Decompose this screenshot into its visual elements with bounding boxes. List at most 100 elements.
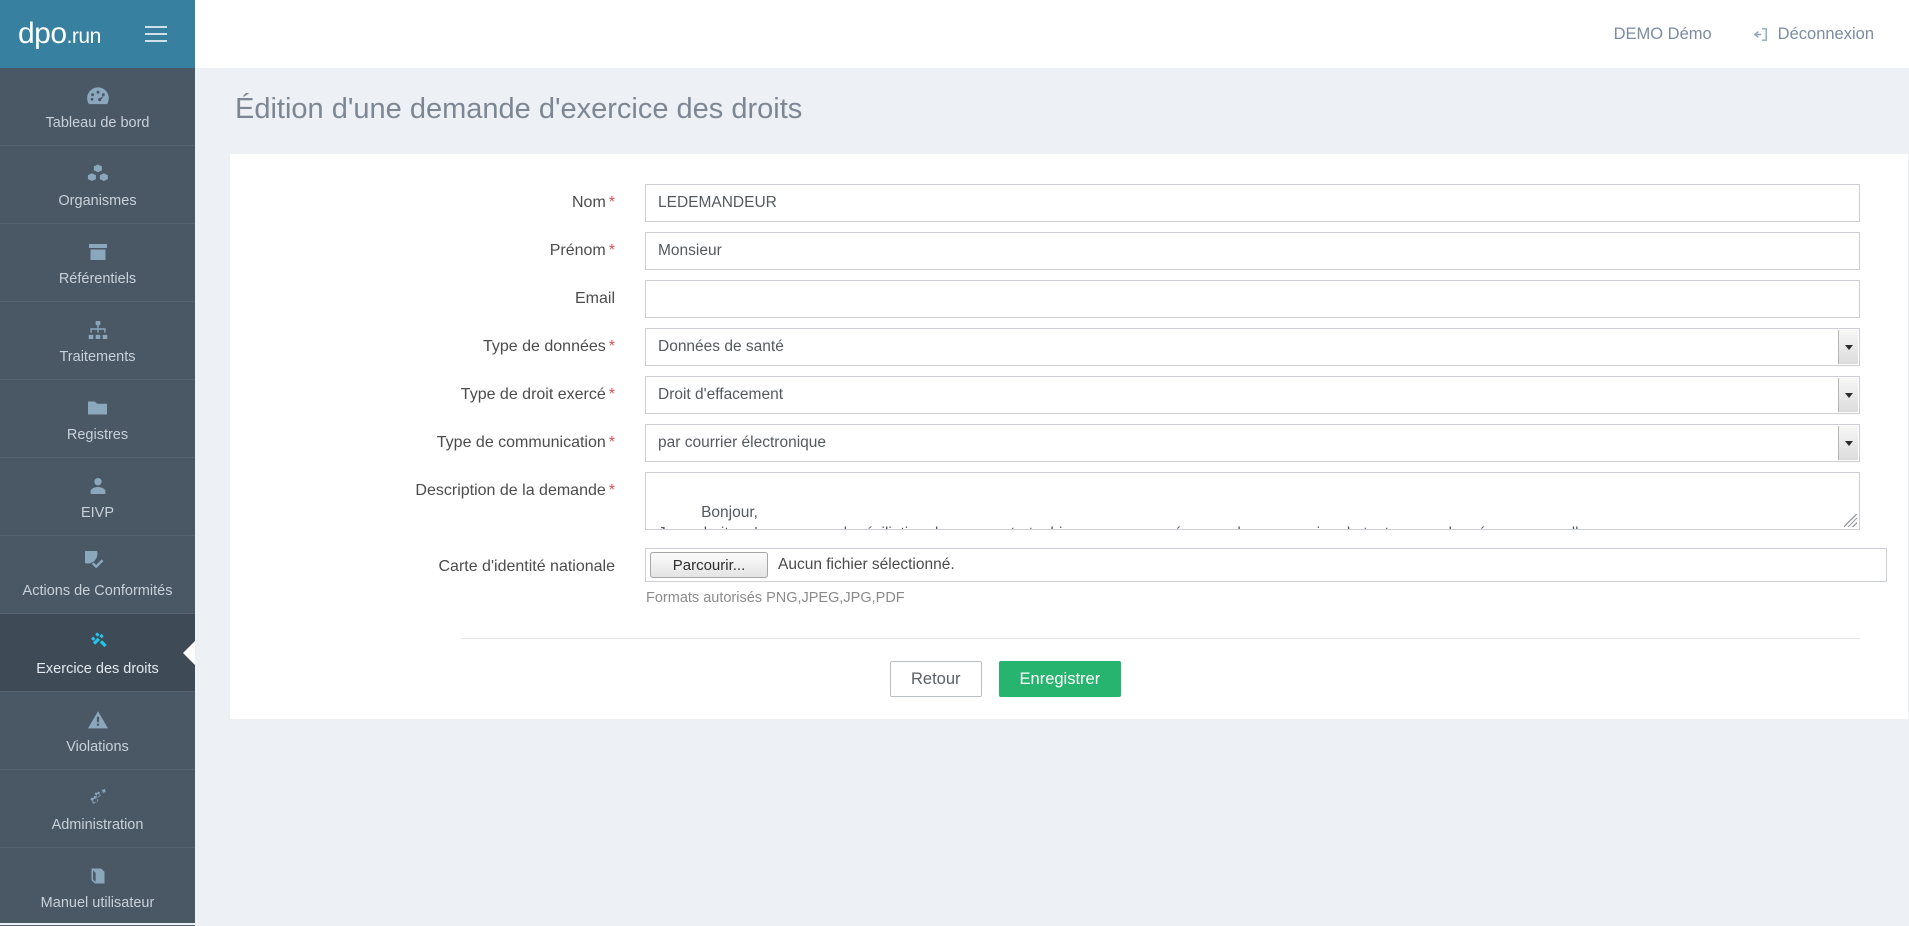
- sidebar-item-exercice-des-droits[interactable]: Exercice des droits: [0, 614, 195, 692]
- control-description: Bonjour, Je souhaite m'assurer que la ré…: [645, 472, 1908, 530]
- field-row-prenom: Prénom *: [230, 232, 1908, 270]
- hamburger-icon[interactable]: [145, 26, 167, 42]
- sidebar-item-label: EIVP: [80, 504, 115, 521]
- label-nom: Nom *: [230, 184, 645, 222]
- field-row-type-droit: Type de droit exercé * Droit d'effacement: [230, 376, 1908, 414]
- control-carte-identite: Parcourir... Aucun fichier sélectionné. …: [645, 548, 1909, 606]
- control-prenom: [645, 232, 1908, 270]
- label-type-droit: Type de droit exercé *: [230, 376, 645, 414]
- back-button[interactable]: Retour: [890, 661, 982, 697]
- sidebar-item-label: Registres: [66, 426, 129, 443]
- required-marker: *: [608, 338, 615, 355]
- type-communication-selected-value: par courrier électronique: [658, 434, 827, 451]
- browse-button[interactable]: Parcourir...: [650, 552, 768, 578]
- sitemap-icon: [86, 317, 110, 343]
- required-marker: *: [608, 386, 615, 403]
- sidebar-item-label: Violations: [66, 738, 129, 755]
- sidebar-item-label: Traitements: [59, 348, 136, 365]
- gavel-icon: [84, 629, 111, 655]
- warning-triangle-icon: [85, 707, 111, 733]
- sidebar-item-violations[interactable]: Violations: [0, 692, 195, 770]
- label-nom-text: Nom: [571, 194, 606, 211]
- label-carte-identite: Carte d'identité nationale: [230, 548, 645, 586]
- required-marker: *: [608, 242, 615, 259]
- chevron-down-icon[interactable]: [1838, 426, 1858, 460]
- sidebar-item-label: Actions de Conformités: [22, 582, 173, 599]
- logo-main-text: dpo: [18, 17, 67, 50]
- sidebar-item-registres[interactable]: Registres: [0, 380, 195, 458]
- cubes-icon: [85, 161, 111, 187]
- type-communication-select[interactable]: par courrier électronique: [645, 424, 1860, 462]
- file-format-hint: Formats autorisés PNG,JPEG,JPG,PDF: [646, 590, 905, 606]
- sidebar-item-manuel-utilisateur[interactable]: Manuel utilisateur: [0, 848, 195, 926]
- page-content: Édition d'une demande d'exercice des dro…: [195, 68, 1909, 923]
- control-type-communication: par courrier électronique: [645, 424, 1908, 462]
- description-textarea[interactable]: Bonjour, Je souhaite m'assurer que la ré…: [645, 472, 1860, 530]
- sidebar-item-label: Exercice des droits: [36, 660, 159, 677]
- form-card: Nom* Prénom* Email: [230, 154, 1908, 719]
- carte-identite-file-input[interactable]: Parcourir... Aucun fichier sélectionné.: [645, 548, 1887, 582]
- prenom-input[interactable]: [645, 232, 1860, 270]
- field-row-type-donnees: Type de données * Données de santé: [230, 328, 1908, 366]
- dashboard-icon: [85, 83, 111, 109]
- type-droit-selected-value: Droit d'effacement: [658, 386, 784, 403]
- sidebar-item-traitements[interactable]: Traitements: [0, 302, 195, 380]
- description-text: Bonjour, Je souhaite m'assurer que la ré…: [658, 504, 1599, 529]
- folder-icon: [85, 395, 110, 421]
- logout-icon: [1752, 26, 1769, 43]
- logo-suffix-text: .run: [66, 25, 102, 48]
- field-row-carte-identite: Carte d'identité nationale Parcourir... …: [230, 548, 1908, 606]
- control-type-donnees: Données de santé: [645, 328, 1908, 366]
- label-prenom-text: Prénom: [549, 242, 606, 259]
- logout-label: Déconnexion: [1777, 24, 1874, 43]
- label-carte-identite-text: Carte d'identité nationale: [438, 558, 615, 575]
- sidebar-item-label: Organismes: [58, 192, 137, 209]
- nom-input[interactable]: [645, 184, 1860, 222]
- label-email: Email: [230, 280, 645, 318]
- sidebar-item-referentiels[interactable]: Référentiels: [0, 224, 195, 302]
- sidebar-item-label: Administration: [51, 816, 144, 833]
- label-type-donnees: Type de données *: [230, 328, 645, 366]
- current-user-label: DEMO Démo: [1613, 24, 1712, 43]
- control-nom: [645, 184, 1908, 222]
- gears-icon: [85, 785, 111, 811]
- sidebar-item-label: Référentiels: [58, 270, 137, 287]
- save-button[interactable]: Enregistrer: [998, 661, 1122, 697]
- top-header-bar: DEMO Démo Déconnexion: [195, 0, 1909, 68]
- sidebar: dpo.run Tableau de bord Organismes Référ…: [0, 0, 195, 926]
- resize-handle-icon[interactable]: [1844, 514, 1857, 527]
- label-description: Description de la demande *: [230, 472, 645, 510]
- sidebar-item-actions-de-conformites[interactable]: Actions de Conformités: [0, 536, 195, 614]
- hamburger-bar: [145, 40, 167, 42]
- chevron-down-icon[interactable]: [1838, 330, 1858, 364]
- label-type-donnees-text: Type de données: [483, 338, 606, 355]
- label-type-communication-text: Type de communication: [436, 434, 606, 451]
- user-icon: [86, 473, 110, 499]
- label-description-text: Description de la demande: [415, 482, 606, 499]
- brand-header: dpo.run: [0, 0, 195, 68]
- required-marker: *: [608, 434, 615, 451]
- label-email-text: Email: [574, 290, 615, 307]
- sidebar-item-administration[interactable]: Administration: [0, 770, 195, 848]
- sidebar-item-tableau-de-bord[interactable]: Tableau de bord: [0, 68, 195, 146]
- required-marker: *: [608, 194, 615, 211]
- sidebar-item-organismes[interactable]: Organismes: [0, 146, 195, 224]
- type-droit-select[interactable]: Droit d'effacement: [645, 376, 1860, 414]
- app-logo[interactable]: dpo.run: [18, 19, 101, 49]
- email-input[interactable]: [645, 280, 1860, 318]
- chevron-down-icon[interactable]: [1838, 378, 1858, 412]
- label-prenom: Prénom *: [230, 232, 645, 270]
- type-donnees-selected-value: Données de santé: [658, 338, 784, 355]
- label-type-droit-text: Type de droit exercé: [460, 386, 606, 403]
- page-title: Édition d'une demande d'exercice des dro…: [235, 93, 803, 125]
- hamburger-bar: [145, 26, 167, 28]
- type-donnees-select[interactable]: Données de santé: [645, 328, 1860, 366]
- field-row-nom: Nom *: [230, 184, 1908, 222]
- field-row-email: Email: [230, 280, 1908, 318]
- sidebar-item-label: Tableau de bord: [45, 114, 150, 131]
- sidebar-item-label: Manuel utilisateur: [40, 894, 155, 911]
- logout-button[interactable]: Déconnexion: [1752, 25, 1874, 44]
- control-email: [645, 280, 1908, 318]
- sidebar-item-eivp[interactable]: EIVP: [0, 458, 195, 536]
- selected-file-label: Aucun fichier sélectionné.: [778, 556, 955, 573]
